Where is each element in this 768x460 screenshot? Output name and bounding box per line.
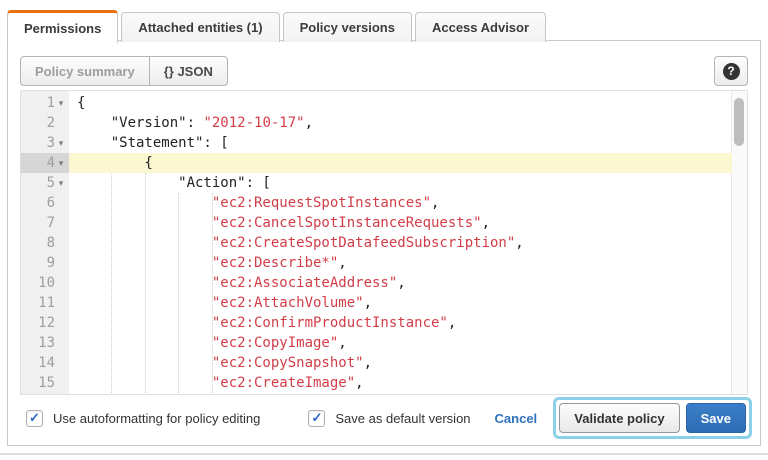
code-line[interactable]: "ec2:ConfirmProductInstance", [69, 313, 732, 333]
check-icon: ✓ [311, 411, 322, 424]
code-line[interactable]: "ec2:RequestSpotInstances", [69, 193, 732, 213]
code-line[interactable]: "ec2:AssociateAddress", [69, 273, 732, 293]
fold-arrow-icon[interactable]: ▾ [55, 158, 67, 169]
help-button[interactable]: ? [714, 56, 748, 86]
default-version-option[interactable]: ✓ Save as default version [308, 410, 470, 427]
code-line[interactable]: { [69, 153, 732, 173]
fold-arrow-icon[interactable]: ▾ [55, 178, 67, 189]
editor-scrollbar[interactable] [731, 91, 747, 394]
check-icon: ✓ [29, 411, 40, 424]
policy-json-editor[interactable]: 1▾23▾4▾5▾6789101112131415 { "Version": "… [20, 90, 748, 395]
line-number: 10 [38, 273, 55, 293]
line-number: 12 [38, 313, 55, 333]
policy-summary-button[interactable]: Policy summary [21, 57, 149, 85]
autoformat-option[interactable]: ✓ Use autoformatting for policy editing [26, 410, 260, 427]
default-version-checkbox[interactable]: ✓ [308, 410, 325, 427]
page-divider [0, 453, 768, 455]
gutter-line: 3▾ [21, 133, 69, 153]
validate-policy-button[interactable]: Validate policy [559, 403, 679, 433]
tab-bar: Permissions Attached entities (1) Policy… [7, 10, 761, 42]
line-number: 13 [38, 333, 55, 353]
line-number: 7 [47, 213, 55, 233]
fold-arrow-icon[interactable]: ▾ [55, 138, 67, 149]
tab-permissions[interactable]: Permissions [7, 10, 118, 43]
editor-toolbar: Policy summary {} JSON ? [20, 56, 748, 86]
gutter-line: 12 [21, 313, 69, 333]
line-number: 14 [38, 353, 55, 373]
gutter-line: 14 [21, 353, 69, 373]
tab-attached-entities[interactable]: Attached entities (1) [121, 12, 279, 42]
line-number: 2 [47, 113, 55, 133]
permissions-panel: Policy summary {} JSON ? 1▾23▾4▾5▾678910… [7, 40, 761, 446]
gutter-line: 1▾ [21, 93, 69, 113]
tab-access-advisor[interactable]: Access Advisor [415, 12, 546, 42]
autoformat-label: Use autoformatting for policy editing [53, 411, 260, 426]
footer-action-bar: ✓ Use autoformatting for policy editing … [8, 391, 760, 445]
line-number: 8 [47, 233, 55, 253]
line-number: 9 [47, 253, 55, 273]
gutter-line: 6 [21, 193, 69, 213]
code-line[interactable]: "ec2:CancelSpotInstanceRequests", [69, 213, 732, 233]
code-line[interactable]: "Version": "2012-10-17", [69, 113, 732, 133]
save-button[interactable]: Save [686, 403, 746, 433]
code-line[interactable]: "ec2:CopySnapshot", [69, 353, 732, 373]
editor-code[interactable]: { "Version": "2012-10-17", "Statement": … [69, 91, 732, 394]
gutter-line: 15 [21, 373, 69, 393]
line-number: 5 [47, 173, 55, 193]
gutter-line: 8 [21, 233, 69, 253]
line-number: 15 [38, 373, 55, 393]
editor-gutter: 1▾23▾4▾5▾6789101112131415 [21, 91, 69, 394]
gutter-line: 2 [21, 113, 69, 133]
code-line[interactable]: "ec2:AttachVolume", [69, 293, 732, 313]
default-version-label: Save as default version [335, 411, 470, 426]
line-number: 4 [47, 153, 55, 173]
code-line[interactable]: { [69, 93, 732, 113]
autoformat-checkbox[interactable]: ✓ [26, 410, 43, 427]
code-line[interactable]: "ec2:CopyImage", [69, 333, 732, 353]
gutter-line: 9 [21, 253, 69, 273]
gutter-line: 10 [21, 273, 69, 293]
policy-editor-screen: Permissions Attached entities (1) Policy… [0, 0, 768, 460]
gutter-line: 13 [21, 333, 69, 353]
tab-policy-versions[interactable]: Policy versions [283, 12, 412, 42]
question-mark-icon: ? [723, 63, 740, 80]
code-line[interactable]: "Statement": [ [69, 133, 732, 153]
code-line[interactable]: "Action": [ [69, 173, 732, 193]
scrollbar-thumb[interactable] [734, 98, 744, 146]
code-line[interactable]: "ec2:CreateImage", [69, 373, 732, 393]
line-number: 3 [47, 133, 55, 153]
gutter-line: 7 [21, 213, 69, 233]
code-line[interactable]: "ec2:CreateSpotDatafeedSubscription", [69, 233, 732, 253]
primary-actions-group: Validate policy Save [553, 397, 752, 439]
cancel-link[interactable]: Cancel [495, 411, 538, 426]
json-view-button[interactable]: {} JSON [149, 57, 227, 85]
line-number: 1 [47, 93, 55, 113]
gutter-line: 5▾ [21, 173, 69, 193]
view-toggle-group: Policy summary {} JSON [20, 56, 228, 86]
fold-arrow-icon[interactable]: ▾ [55, 98, 67, 109]
code-line[interactable]: "ec2:Describe*", [69, 253, 732, 273]
line-number: 6 [47, 193, 55, 213]
gutter-line: 11 [21, 293, 69, 313]
gutter-line: 4▾ [21, 153, 69, 173]
line-number: 11 [38, 293, 55, 313]
